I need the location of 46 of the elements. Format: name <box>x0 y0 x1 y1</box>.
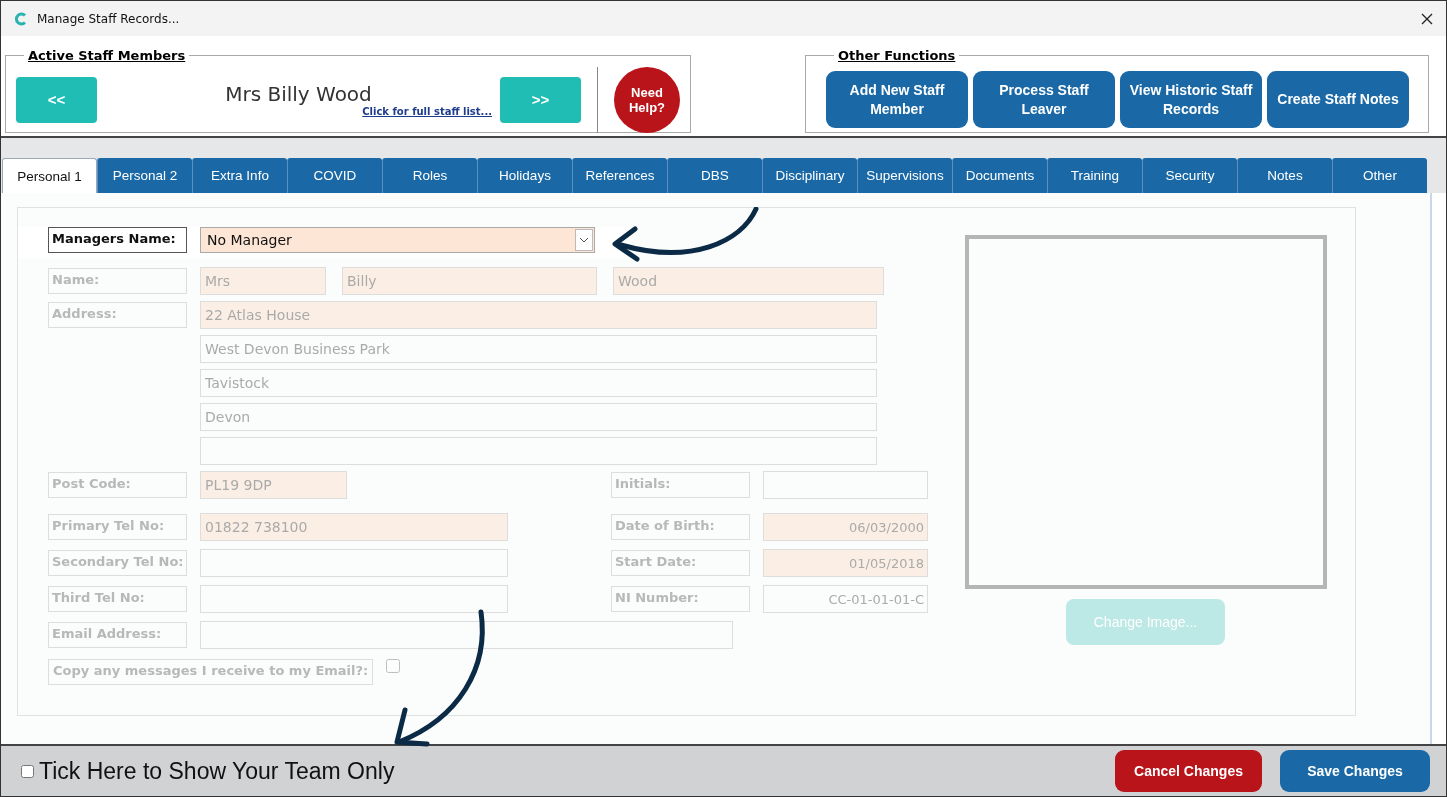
tab[interactable]: Other <box>1332 158 1427 193</box>
tab[interactable]: References <box>572 158 667 193</box>
field-label: Managers Name: <box>48 227 187 253</box>
checkbox-label: Tick Here to Show Your Team Only <box>39 757 395 785</box>
function-button[interactable]: Process Staff Leaver <box>973 71 1115 128</box>
field-label: Secondary Tel No: <box>48 550 187 576</box>
tab[interactable]: Extra Info <box>192 158 287 193</box>
tab[interactable]: Documents <box>952 158 1047 193</box>
help-button[interactable]: Need Help? <box>614 66 680 133</box>
tab[interactable]: Disciplinary <box>762 158 857 193</box>
function-button[interactable]: Add New Staff Member <box>826 71 968 128</box>
field-label: NI Number: <box>611 586 750 612</box>
close-icon[interactable] <box>1420 11 1434 26</box>
tab[interactable]: Training <box>1047 158 1142 193</box>
function-button[interactable]: View Historic Staff Records <box>1120 71 1262 128</box>
manager-dropdown[interactable]: No Manager <box>200 227 595 253</box>
field-label: Start Date: <box>611 550 750 576</box>
staff-name: Mrs Billy Wood <box>225 82 372 106</box>
tab[interactable]: Notes <box>1237 158 1332 193</box>
save-button[interactable]: Save Changes <box>1280 750 1430 792</box>
panel-legend: Active Staff Members <box>24 48 190 63</box>
tab[interactable]: DBS <box>667 158 762 193</box>
tab[interactable]: Security <box>1142 158 1237 193</box>
field-label: Initials: <box>611 472 750 498</box>
tab[interactable]: Roles <box>382 158 477 193</box>
tab[interactable]: COVID <box>287 158 382 193</box>
function-button[interactable]: Create Staff Notes <box>1267 71 1409 128</box>
field-label: Name: <box>48 268 187 294</box>
caret-icon <box>575 229 593 251</box>
field-label: Date of Birth: <box>611 514 750 540</box>
window-title: Manage Staff Records... <box>37 11 181 26</box>
tab[interactable]: Supervisions <box>857 158 952 193</box>
cancel-button[interactable]: Cancel Changes <box>1115 750 1262 792</box>
field-label: Email Address: <box>48 622 187 648</box>
tab[interactable]: Personal 2 <box>97 158 192 193</box>
field-label: Post Code: <box>48 472 187 498</box>
panel-legend: Other Functions <box>834 48 960 63</box>
field-label: Primary Tel No: <box>48 514 187 540</box>
tab[interactable]: Personal 1 <box>2 158 97 193</box>
checkbox[interactable] <box>21 764 34 778</box>
staff-list-link[interactable]: Click for full staff list... <box>362 106 492 117</box>
field-label: Third Tel No: <box>48 586 187 612</box>
app-logo-icon <box>13 10 29 27</box>
field-label: Address: <box>48 302 187 328</box>
field-label: Copy any messages I receive to my Email?: <box>48 659 374 685</box>
tab[interactable]: Holidays <box>477 158 572 193</box>
